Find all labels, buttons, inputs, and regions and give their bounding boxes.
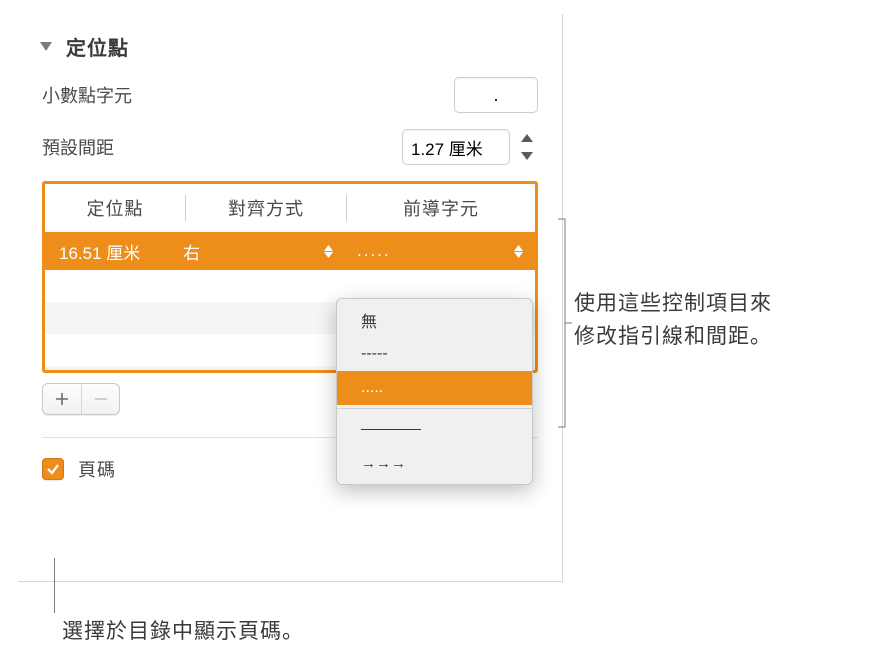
tabs-table-header: 定位點 對齊方式 前導字元	[45, 184, 535, 232]
callout-line-bottom	[54, 558, 55, 613]
callout-text-bottom: 選擇於目錄中顯示頁碼。	[62, 615, 304, 645]
section-title: 定位點	[66, 32, 129, 61]
dropdown-option-none[interactable]: 無	[337, 303, 532, 337]
remove-tab-button[interactable]	[81, 384, 119, 414]
add-tab-button[interactable]	[43, 384, 81, 414]
section-header[interactable]: 定位點	[42, 32, 538, 61]
disclosure-triangle-icon	[40, 42, 52, 51]
dropdown-separator	[337, 408, 532, 409]
spacing-stepper	[516, 129, 538, 165]
callout-right-line2: 修改指引線和間距。	[574, 321, 772, 354]
spacing-control	[402, 129, 538, 165]
dropdown-option-underline[interactable]	[337, 412, 532, 446]
decimal-label: 小數點字元	[42, 82, 132, 108]
column-header-position: 定位點	[45, 195, 185, 221]
dropdown-option-arrows[interactable]: →→→	[337, 446, 532, 480]
decimal-char-input[interactable]	[454, 77, 538, 113]
callout-right-line1: 使用這些控制項目來	[574, 288, 772, 321]
tab-leader-cell[interactable]: .....	[345, 241, 535, 261]
column-header-leader: 前導字元	[347, 195, 535, 221]
tab-alignment-cell[interactable]: 右	[183, 239, 345, 264]
alignment-value: 右	[183, 239, 200, 264]
checkmark-icon	[46, 462, 60, 476]
dropdown-option-dashes[interactable]: -----	[337, 337, 532, 371]
callout-text-right: 使用這些控制項目來 修改指引線和間距。	[574, 288, 772, 353]
updown-chevrons-icon	[514, 245, 523, 258]
decimal-char-row: 小數點字元	[42, 77, 538, 113]
default-spacing-row: 預設間距	[42, 129, 538, 165]
spacing-label: 預設間距	[42, 134, 114, 160]
plus-icon	[55, 392, 69, 406]
chevron-down-icon	[521, 152, 533, 160]
leader-value: .....	[357, 241, 391, 261]
updown-chevrons-icon	[324, 245, 333, 258]
leader-dropdown: 無 ----- ..... →→→	[336, 298, 533, 485]
stepper-down-button[interactable]	[516, 147, 538, 165]
callout-bracket-right	[558, 218, 572, 428]
column-header-alignment: 對齊方式	[186, 195, 346, 221]
dropdown-option-dots[interactable]: .....	[337, 371, 532, 405]
stepper-up-button[interactable]	[516, 129, 538, 147]
underline-icon	[361, 429, 421, 430]
table-row[interactable]: 16.51 厘米 右 .....	[45, 232, 535, 270]
page-number-checkbox[interactable]	[42, 458, 64, 480]
tab-position-cell[interactable]: 16.51 厘米	[45, 239, 183, 264]
spacing-input[interactable]	[402, 129, 510, 165]
add-remove-group	[42, 383, 120, 415]
minus-icon	[94, 392, 108, 406]
chevron-up-icon	[521, 134, 533, 142]
page-number-label: 頁碼	[78, 456, 116, 482]
arrows-icon: →→→	[361, 455, 406, 472]
